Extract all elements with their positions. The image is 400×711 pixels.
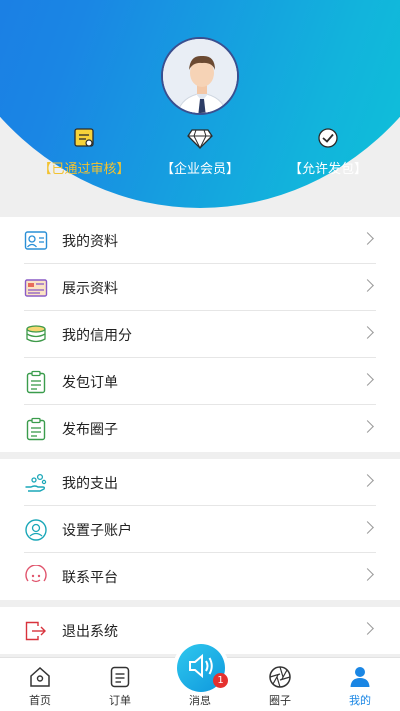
menu-item-package-orders[interactable]: 发包订单 <box>0 358 400 405</box>
tab-orders[interactable]: 订单 <box>80 658 160 711</box>
menu-item-label: 联系平台 <box>62 569 118 586</box>
checkmark-icon <box>314 124 342 152</box>
chevron-right-icon <box>361 232 374 245</box>
badge-verified: 【已通过审核】 <box>28 124 140 177</box>
tab-mine[interactable]: 我的 <box>320 658 400 711</box>
badge-verified-label: 【已通过审核】 <box>38 162 130 177</box>
tab-circle[interactable]: 圈子 <box>240 658 320 711</box>
chevron-right-icon <box>361 622 374 635</box>
smile-icon <box>24 564 48 589</box>
chevron-right-icon <box>361 474 374 487</box>
menu-item-label: 设置子账户 <box>62 522 132 539</box>
menu-item-contact-platform[interactable]: 联系平台 <box>0 553 400 600</box>
chevron-right-icon <box>361 373 374 386</box>
avatar[interactable] <box>161 37 239 115</box>
chevron-right-icon <box>361 326 374 339</box>
aperture-icon <box>267 664 293 690</box>
badge-enterprise: 【企业会员】 <box>144 124 256 177</box>
menu-item-my-expenses[interactable]: 我的支出 <box>0 459 400 506</box>
message-count-badge: 1 <box>213 673 228 688</box>
diamond-icon <box>186 124 214 152</box>
menu-group-account: 我的资料 展示资料 我的信用分 发包订单 发布圈子 <box>0 217 400 452</box>
menu-item-label: 我的信用分 <box>62 327 132 344</box>
tab-label: 首页 <box>29 694 51 707</box>
profile-header: 【已通过审核】 【企业会员】 【允许发包】 <box>0 0 400 215</box>
display-card-icon <box>24 276 48 300</box>
user-circle-icon <box>24 518 48 542</box>
order-list-icon <box>107 664 133 690</box>
payment-hand-icon <box>24 471 48 495</box>
menu-item-label: 发包订单 <box>62 374 118 391</box>
id-card-icon <box>70 124 98 152</box>
badge-publish: 【允许发包】 <box>272 124 384 177</box>
menu-item-label: 展示资料 <box>62 280 118 297</box>
menu-item-label: 发布圈子 <box>62 421 118 438</box>
clipboard-icon <box>24 370 48 394</box>
chevron-right-icon <box>361 521 374 534</box>
menu-item-publish-circle[interactable]: 发布圈子 <box>0 405 400 452</box>
menu-item-my-profile[interactable]: 我的资料 <box>0 217 400 264</box>
chevron-right-icon <box>361 279 374 292</box>
home-icon <box>27 664 53 690</box>
menu-item-label: 我的资料 <box>62 233 118 250</box>
profile-card-icon <box>24 229 48 253</box>
chevron-right-icon <box>361 420 374 433</box>
badge-enterprise-label: 【企业会员】 <box>160 162 239 177</box>
menu-item-display-profile[interactable]: 展示资料 <box>0 264 400 311</box>
clipboard-icon <box>24 417 48 441</box>
tab-label: 圈子 <box>269 694 291 707</box>
speaker-icon <box>187 653 215 683</box>
menu-item-sub-account[interactable]: 设置子账户 <box>0 506 400 553</box>
logout-icon <box>24 619 48 643</box>
menu-group-finance: 我的支出 设置子账户 联系平台 <box>0 459 400 600</box>
tab-label: 我的 <box>349 694 371 707</box>
tab-home[interactable]: 首页 <box>0 658 80 711</box>
menu-item-label: 退出系统 <box>62 623 118 640</box>
badge-publish-label: 【允许发包】 <box>288 162 367 177</box>
tab-label: 订单 <box>109 694 131 707</box>
menu-item-credit-score[interactable]: 我的信用分 <box>0 311 400 358</box>
menu-item-label: 我的支出 <box>62 475 118 492</box>
chevron-right-icon <box>361 568 374 581</box>
coins-icon <box>24 323 48 347</box>
user-icon <box>347 664 373 690</box>
